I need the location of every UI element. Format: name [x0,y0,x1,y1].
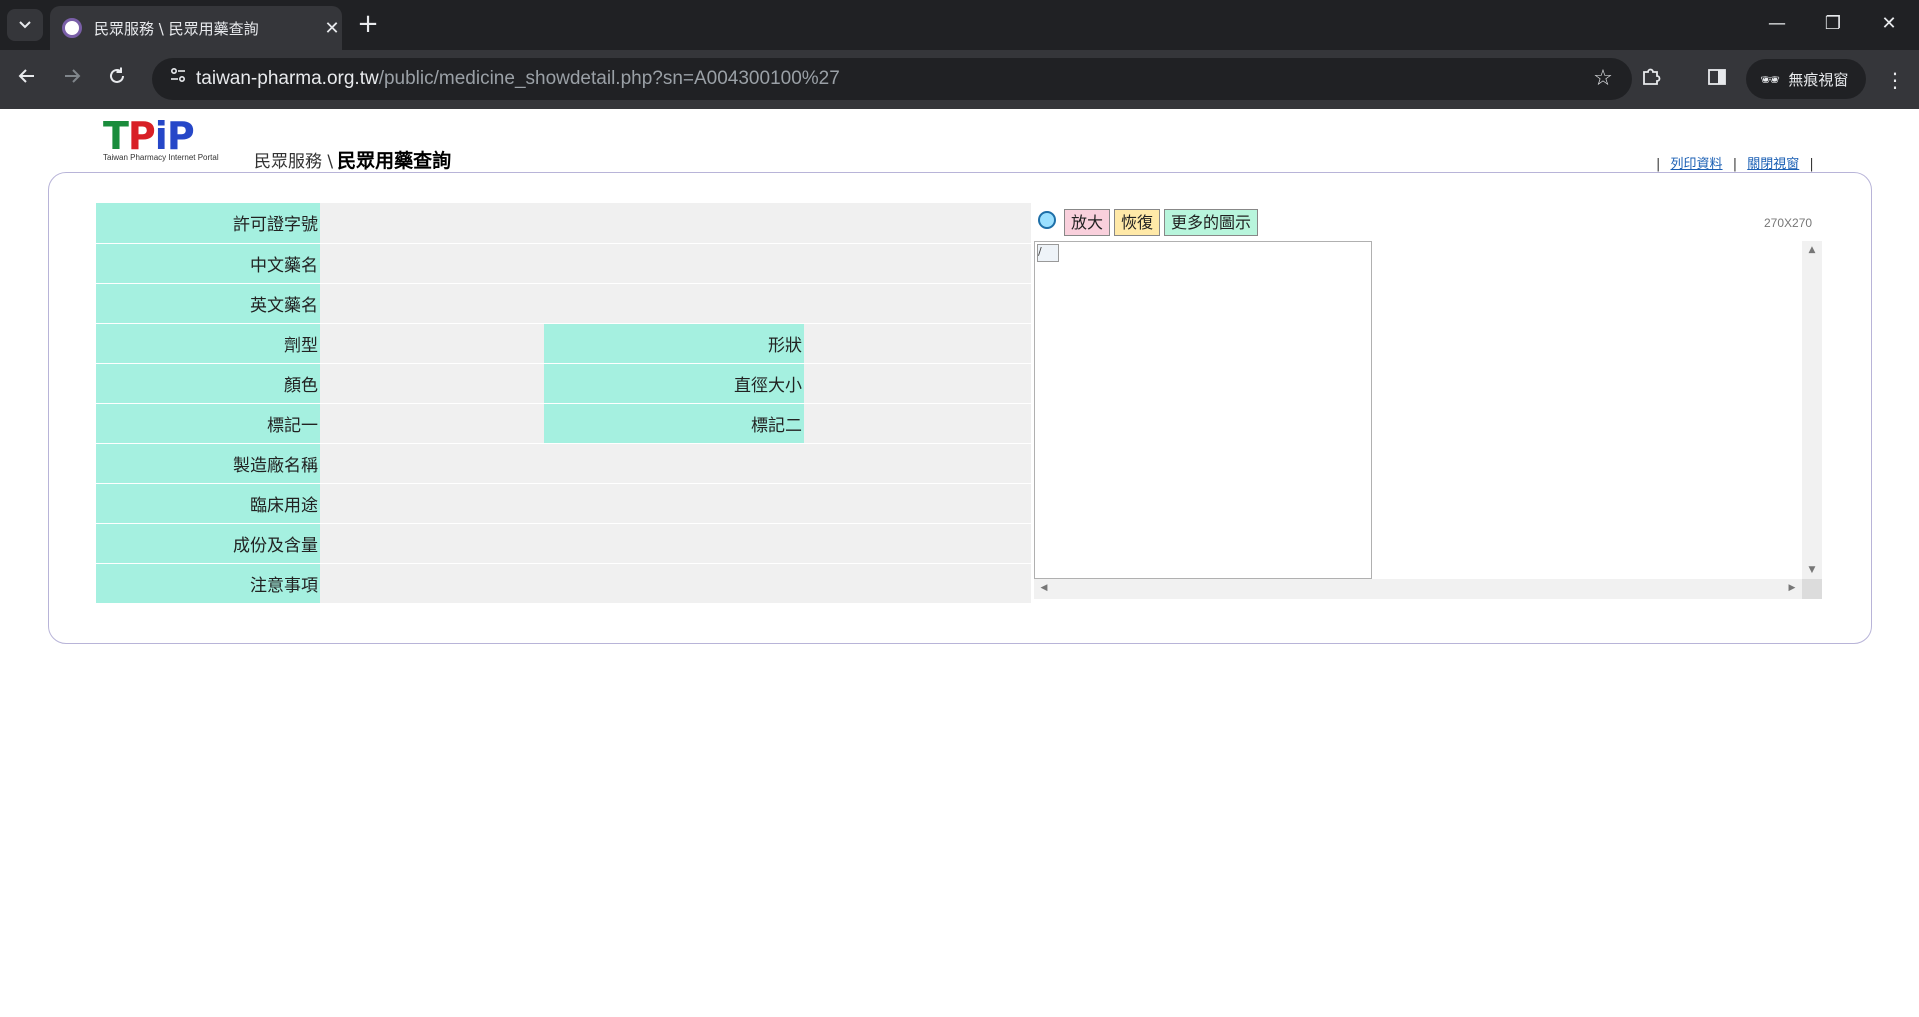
new-tab-button[interactable]: + [352,10,384,40]
image-size-label: 270X270 [1764,216,1813,230]
shape-value [804,323,1031,364]
image-viewer[interactable]: / ▲ ▼ ◀ ▶ [1034,241,1822,599]
medicine-info-table: 許可證字號 中文藥名 英文藥名 劑型 形狀 顏色 直徑大小 標記一 標記二 製造… [96,203,1031,604]
table-row: 注意事項 [96,563,1031,604]
back-button[interactable] [10,63,44,97]
clinical-use-label: 臨床用途 [96,483,320,524]
reload-button[interactable] [100,63,134,97]
scroll-down-icon[interactable]: ▼ [1802,565,1822,575]
restore-button[interactable]: ❐ [1810,8,1856,40]
url-path: /public/medicine_showdetail.php?sn=A0043… [378,68,840,89]
table-row: 顏色 直徑大小 [96,363,1031,404]
separator: | [1732,157,1738,172]
arrow-left-icon [18,69,34,83]
table-row: 許可證字號 [96,203,1031,244]
manufacturer-label: 製造廠名稱 [96,443,320,484]
color-label: 顏色 [96,363,320,404]
license-no-value [320,203,1031,244]
diameter-label: 直徑大小 [544,363,804,404]
browser-tab-bar: 民眾服務 \ 民眾用藥查詢 ✕ + — ❐ ✕ [0,0,1919,50]
table-row: 標記一 標記二 [96,403,1031,444]
chat-bubble-icon[interactable] [1038,210,1056,229]
chevron-down-icon [19,21,31,29]
reset-zoom-button[interactable]: 恢復 [1114,209,1161,236]
side-panel-icon[interactable] [1700,63,1734,97]
image-alt-text: / [1038,245,1042,258]
table-row: 臨床用途 [96,483,1031,524]
breadcrumb-parent[interactable]: 民眾服務 \ [254,152,333,172]
scroll-up-icon[interactable]: ▲ [1802,245,1822,255]
broken-image-icon: / [1037,244,1059,262]
address-bar[interactable]: taiwan-pharma.org.tw/public/medicine_sho… [152,58,1632,100]
minimize-button[interactable]: — [1754,8,1800,40]
tab-search-button[interactable] [7,9,43,41]
top-links: | 列印資料 | 關閉視窗 | [1656,153,1814,172]
clinical-use-value [320,483,1031,524]
english-name-value [320,283,1031,324]
zoom-in-button[interactable]: 放大 [1064,209,1111,236]
logo-subtitle: Taiwan Pharmacy Internet Portal [103,153,219,162]
separator: | [1809,157,1814,172]
site-favicon-icon [62,18,82,38]
url-text: taiwan-pharma.org.tw/public/medicine_sho… [196,68,840,90]
table-row: 英文藥名 [96,283,1031,324]
table-row: 劑型 形狀 [96,323,1031,364]
scrollbar-corner [1802,579,1822,599]
more-vert-icon[interactable]: ⋮ [1878,63,1912,97]
ingredients-value [320,523,1031,564]
tpip-logo[interactable]: TPiP Taiwan Pharmacy Internet Portal [103,115,243,164]
precautions-value [320,563,1031,604]
forward-button[interactable] [55,63,89,97]
table-row: 製造廠名稱 [96,443,1031,484]
incognito-label: 無痕視窗 [1788,70,1849,89]
dosage-form-value [320,323,544,364]
mark1-label: 標記一 [96,403,320,444]
star-icon[interactable]: ☆ [1588,64,1618,94]
precautions-label: 注意事項 [96,563,320,604]
pill-image-frame: / [1034,241,1372,579]
print-link[interactable]: 列印資料 [1671,157,1723,172]
arrow-right-icon [65,69,81,83]
shape-label: 形狀 [544,323,804,364]
url-host: taiwan-pharma.org.tw [196,68,379,89]
browser-tab[interactable]: 民眾服務 \ 民眾用藥查詢 ✕ [50,6,342,50]
ingredients-label: 成份及含量 [96,523,320,564]
manufacturer-value [320,443,1031,484]
mark2-label: 標記二 [544,403,804,444]
logo-letters: TPiP [103,114,195,158]
table-row: 成份及含量 [96,523,1031,564]
chinese-name-label: 中文藥名 [96,243,320,284]
scroll-right-icon[interactable]: ▶ [1782,583,1802,593]
incognito-icon: 🕶 [1760,69,1781,89]
close-window-button[interactable]: ✕ [1866,8,1912,40]
english-name-label: 英文藥名 [96,283,320,324]
horizontal-scrollbar[interactable]: ◀ ▶ [1034,579,1802,599]
page-title: 民眾用藥查詢 [337,150,452,172]
chinese-name-value [320,243,1031,284]
scroll-left-icon[interactable]: ◀ [1034,583,1054,593]
close-icon[interactable]: ✕ [322,18,342,39]
table-row: 中文藥名 [96,243,1031,284]
tab-title: 民眾服務 \ 民眾用藥查詢 [94,19,259,38]
puzzle-icon[interactable] [1634,63,1668,97]
reload-icon [110,67,124,83]
site-info-icon[interactable] [162,63,194,95]
dosage-form-label: 劑型 [96,323,320,364]
mark2-value [804,403,1031,444]
image-toolbar: 放大 恢復 更多的圖示 [1038,209,1262,236]
more-images-button[interactable]: 更多的圖示 [1164,209,1259,236]
diameter-value [804,363,1031,404]
color-value [320,363,544,404]
license-no-label: 許可證字號 [96,203,320,244]
separator: | [1656,157,1661,172]
mark1-value [320,403,544,444]
browser-toolbar: taiwan-pharma.org.tw/public/medicine_sho… [0,50,1919,109]
incognito-indicator[interactable]: 🕶 無痕視窗 [1746,59,1866,99]
vertical-scrollbar[interactable]: ▲ ▼ [1802,241,1822,579]
close-window-link[interactable]: 關閉視窗 [1747,157,1799,172]
breadcrumb: 民眾服務 \ 民眾用藥查詢 [254,146,451,173]
